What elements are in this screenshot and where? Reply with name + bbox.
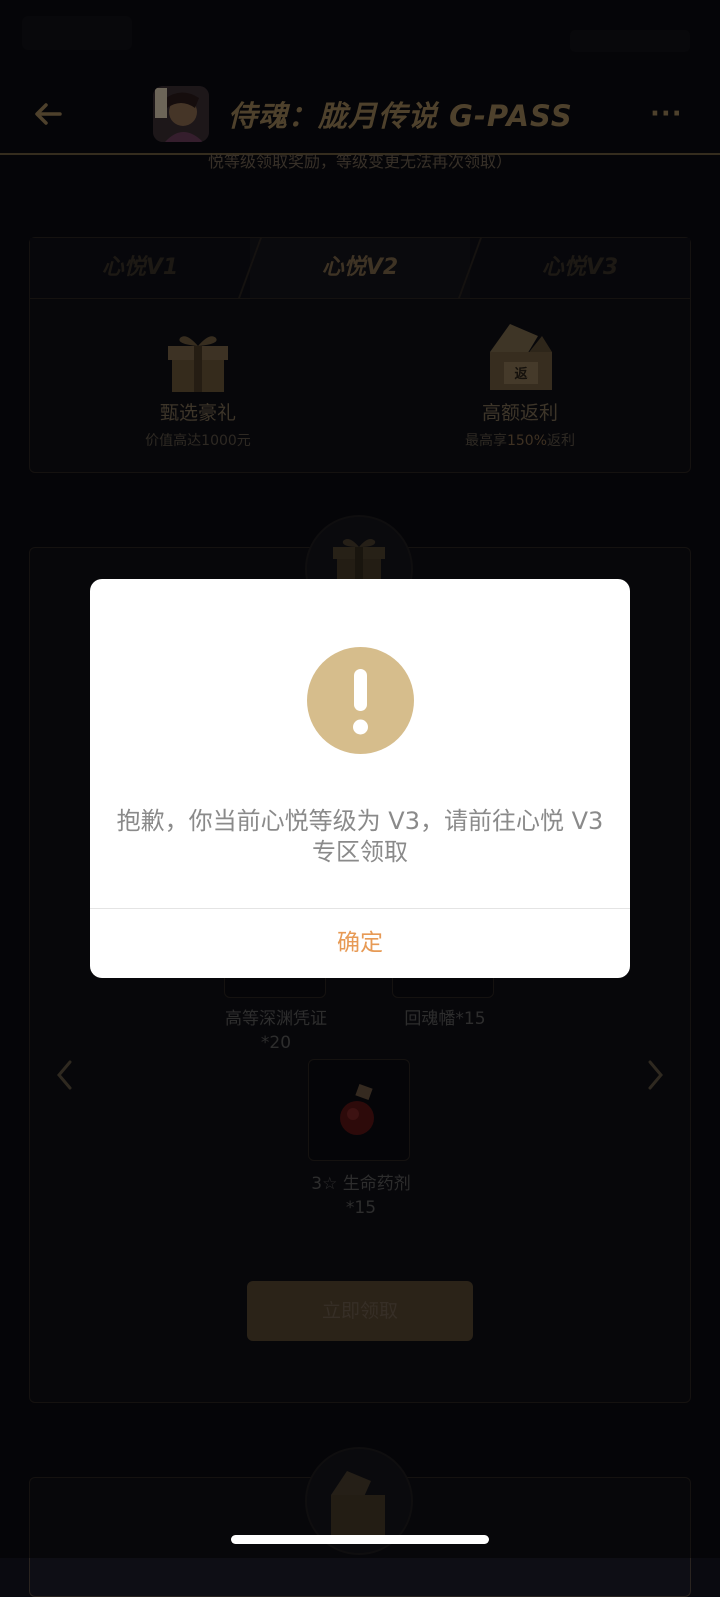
tab-v2[interactable]: 心悦V2	[250, 238, 470, 298]
exclamation-icon	[307, 647, 414, 754]
status-bar	[0, 0, 720, 80]
benefit-subtitle: 价值高达1000元	[145, 433, 251, 449]
status-icons	[570, 30, 690, 52]
notice-text: 悦等级领取奖励，等级变更无法再次领取）	[207, 152, 512, 171]
chevron-left-icon[interactable]	[52, 1058, 78, 1092]
home-indicator	[231, 1535, 489, 1544]
confirm-button[interactable]: 确定	[90, 909, 630, 978]
arrow-left-icon[interactable]	[30, 96, 66, 132]
reward-qty: *20	[260, 1033, 292, 1053]
reward-qty: *15	[345, 1198, 377, 1218]
reward-name: 回魂幡*15	[404, 1009, 486, 1029]
subtitle-highlight: 150%	[506, 433, 548, 449]
tab-v3[interactable]: 心悦V3	[470, 238, 690, 298]
benefit-title: 高额返利	[481, 402, 558, 424]
reward-title: 3☆ 生命药剂	[311, 1174, 411, 1194]
app-logo	[153, 86, 209, 142]
benefit-subtitle: 最高享150%返利	[400, 430, 640, 450]
subtitle-suffix: 返利	[547, 433, 576, 449]
reward-name: 3☆ 生命药剂 *15	[271, 1172, 451, 1220]
more-dots-icon[interactable]: ···	[650, 100, 690, 128]
claim-button[interactable]: 立即领取	[247, 1281, 473, 1341]
gift-box-icon	[166, 330, 230, 392]
chevron-right-icon[interactable]	[642, 1058, 668, 1092]
reward-name: 高等深渊凭证 *20	[186, 1007, 366, 1055]
reward-title: 高等深渊凭证	[225, 1009, 327, 1029]
potion-icon	[340, 1083, 374, 1135]
subtitle-prefix: 最高享	[464, 433, 507, 449]
reward-tile	[308, 1059, 410, 1161]
status-time	[22, 16, 132, 50]
alert-dialog: 抱歉，你当前心悦等级为 V3，请前往心悦 V3 专区领取 确定	[90, 579, 630, 978]
rebate-icon-text: 返	[514, 367, 528, 382]
page-title: 侍魂：胧月传说 G-PASS	[228, 99, 573, 133]
tab-v1[interactable]: 心悦V1	[30, 238, 250, 298]
dialog-message: 抱歉，你当前心悦等级为 V3，请前往心悦 V3 专区领取	[116, 807, 604, 866]
benefit-title: 甄选豪礼	[159, 402, 236, 424]
